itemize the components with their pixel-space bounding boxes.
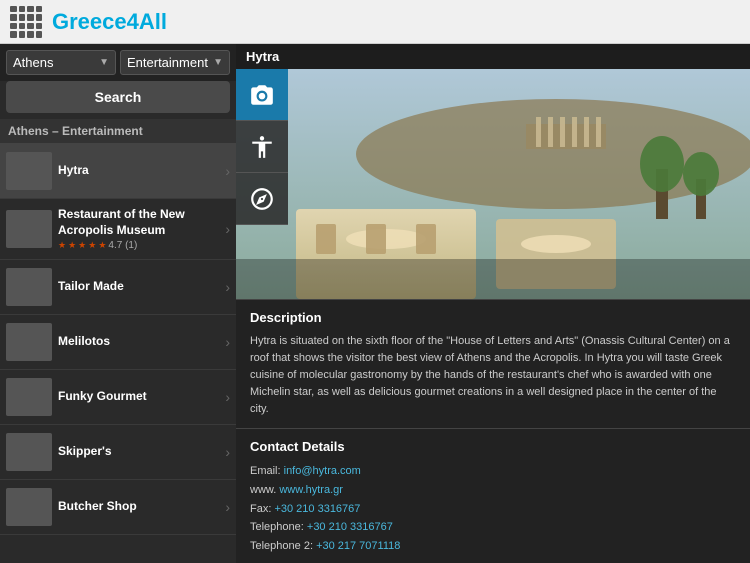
venue-info: Funky Gourmet [52,389,225,405]
list-item[interactable]: Funky Gourmet › [0,370,236,425]
app-title: Greece4All [52,9,167,35]
contact-telephone2: Telephone 2: +30 217 7071118 [250,537,736,556]
venue-name: Skipper's [58,444,219,460]
category-header: Athens – Entertainment [0,119,236,144]
venue-name: Funky Gourmet [58,389,219,405]
description-section: Description Hytra is situated on the six… [236,299,750,428]
venue-thumbnail [6,210,52,248]
contact-telephone1: Telephone: +30 210 3316767 [250,518,736,537]
star-icon: ★ [98,240,106,251]
venue-name: Hytra [58,163,219,179]
star-icon: ★ [68,240,76,251]
left-panel: Athens ▼ Entertainment ▼ Search Athens –… [0,44,236,563]
venue-info: Skipper's [52,444,225,460]
list-item[interactable]: Tailor Made › [0,260,236,315]
venue-thumbnail [6,378,52,416]
venue-name: Restaurant of the New Acropolis Museum [58,207,219,238]
venue-info: Restaurant of the New Acropolis Museum ★… [52,207,225,251]
contact-section: Contact Details Email: info@hytra.com ww… [236,428,750,563]
venue-info: Melilotos [52,334,225,350]
venue-thumbnail [6,152,52,190]
detail-title-bar: Hytra [236,44,750,69]
email-link[interactable]: info@hytra.com [284,465,361,477]
photo-button[interactable] [236,69,288,121]
chevron-down-icon: ▼ [213,57,223,68]
website-link[interactable]: www.hytra.gr [279,484,343,496]
list-item[interactable]: Butcher Shop › [0,480,236,535]
list-item[interactable]: Hytra › [0,144,236,199]
contact-title: Contact Details [250,439,736,454]
venue-info: Butcher Shop [52,499,225,515]
chevron-right-icon: › [225,279,230,295]
chevron-right-icon: › [225,163,230,179]
venue-name: Tailor Made [58,279,219,295]
rating-value: 4.7 (1) [108,240,137,251]
star-icon: ★ [88,240,96,251]
location-dropdown[interactable]: Athens ▼ [6,50,116,75]
venue-rating: ★ ★ ★ ★ ★ 4.7 (1) [58,240,219,251]
detail-panel: Hytra [236,44,750,563]
category-dropdown[interactable]: Entertainment ▼ [120,50,230,75]
location-label: Athens [13,55,53,70]
list-item[interactable]: Restaurant of the New Acropolis Museum ★… [0,199,236,260]
list-item[interactable]: Skipper's › [0,425,236,480]
venue-info: Hytra [52,163,225,179]
contact-details: Email: info@hytra.com www. www.hytra.gr … [250,462,736,555]
chevron-right-icon: › [225,389,230,405]
compass-icon [249,186,275,212]
hero-image [236,69,750,299]
map-button[interactable] [236,173,288,225]
star-icon: ★ [78,240,86,251]
camera-icon [249,82,275,108]
chevron-right-icon: › [225,444,230,460]
search-button[interactable]: Search [6,81,230,113]
chevron-right-icon: › [225,499,230,515]
telephone1-link[interactable]: +30 210 3316767 [307,521,393,533]
fax-link[interactable]: +30 210 3316767 [274,503,360,515]
location-bar: Athens ▼ Entertainment ▼ [0,44,236,81]
image-overlay-buttons [236,69,288,225]
detail-image-container [236,69,750,299]
contact-fax: Fax: +30 210 3316767 [250,500,736,519]
venue-thumbnail [6,323,52,361]
venue-name: Butcher Shop [58,499,219,515]
chevron-right-icon: › [225,334,230,350]
chevron-right-icon: › [225,221,230,237]
description-title: Description [250,310,736,325]
category-label: Entertainment [127,55,208,70]
description-body: Hytra is situated on the sixth floor of … [250,333,736,418]
app-header: Greece4All [0,0,750,44]
contact-email: Email: info@hytra.com [250,462,736,481]
list-item[interactable]: Melilotos › [0,315,236,370]
venue-thumbnail [6,433,52,471]
contact-website: www. www.hytra.gr [250,481,736,500]
telephone2-link[interactable]: +30 217 7071118 [316,540,400,552]
detail-title: Hytra [246,49,279,64]
app-icon [10,6,42,38]
detail-image-section [236,69,750,299]
venue-name: Melilotos [58,334,219,350]
accessibility-button[interactable] [236,121,288,173]
main-layout: Athens ▼ Entertainment ▼ Search Athens –… [0,44,750,563]
chevron-down-icon: ▼ [99,57,109,68]
venue-info: Tailor Made [52,279,225,295]
venue-list: Hytra › Restaurant of the New Acropolis … [0,144,236,563]
accessibility-icon [249,134,275,160]
venue-thumbnail [6,268,52,306]
venue-thumbnail [6,488,52,526]
star-icon: ★ [58,240,66,251]
